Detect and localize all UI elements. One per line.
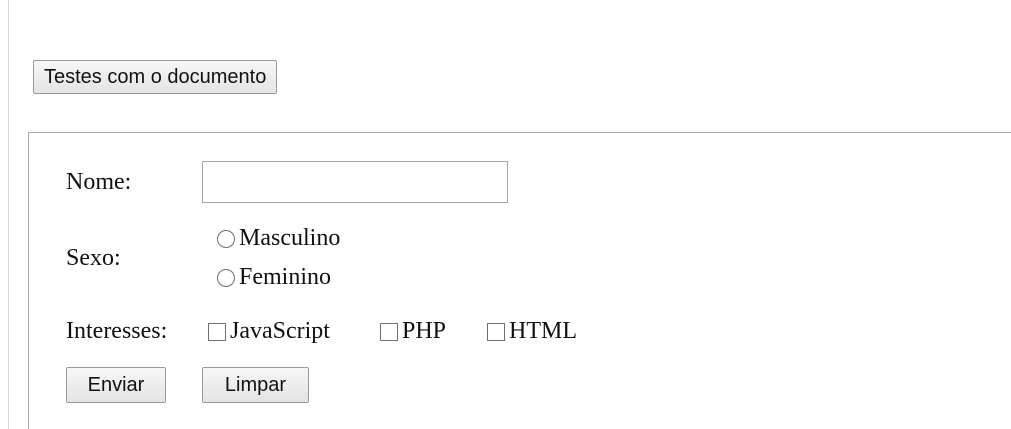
page-canvas: — — — — — — — — — — — — — — — — — — — — … xyxy=(0,0,1011,429)
left-divider xyxy=(8,0,9,429)
interests-label: Interesses: xyxy=(66,318,168,344)
checkbox-icon[interactable] xyxy=(208,322,226,341)
checkbox-icon[interactable] xyxy=(487,322,505,341)
sex-option-label: Feminino xyxy=(239,264,332,290)
submit-button[interactable]: Enviar xyxy=(66,367,166,403)
checkbox-icon[interactable] xyxy=(380,322,398,341)
radio-button-icon[interactable] xyxy=(217,229,235,248)
blurred-heading-fragment: — — — — — — — — — — — — — — — — — — — — … xyxy=(50,0,1010,14)
interest-option-javascript[interactable]: JavaScript xyxy=(208,318,330,345)
form-panel xyxy=(28,132,1011,429)
interest-option-label: JavaScript xyxy=(230,318,330,344)
sex-option-label: Masculino xyxy=(239,225,341,251)
interest-option-label: HTML xyxy=(509,318,577,344)
interest-option-label: PHP xyxy=(402,318,447,344)
sex-label: Sexo: xyxy=(66,245,121,271)
radio-button-icon[interactable] xyxy=(217,268,235,287)
sex-option-feminino[interactable]: Feminino xyxy=(217,264,331,291)
interest-option-php[interactable]: PHP xyxy=(380,318,446,345)
clear-button[interactable]: Limpar xyxy=(202,367,309,403)
sex-option-masculino[interactable]: Masculino xyxy=(217,225,340,252)
name-input[interactable] xyxy=(202,161,508,203)
test-document-button[interactable]: Testes com o documento xyxy=(33,60,278,94)
blurred-heading-mark: — — — — — — — — — — — — — — — — — — — — … xyxy=(50,0,1010,11)
interest-option-html[interactable]: HTML xyxy=(487,318,577,345)
name-label: Nome: xyxy=(66,169,132,195)
